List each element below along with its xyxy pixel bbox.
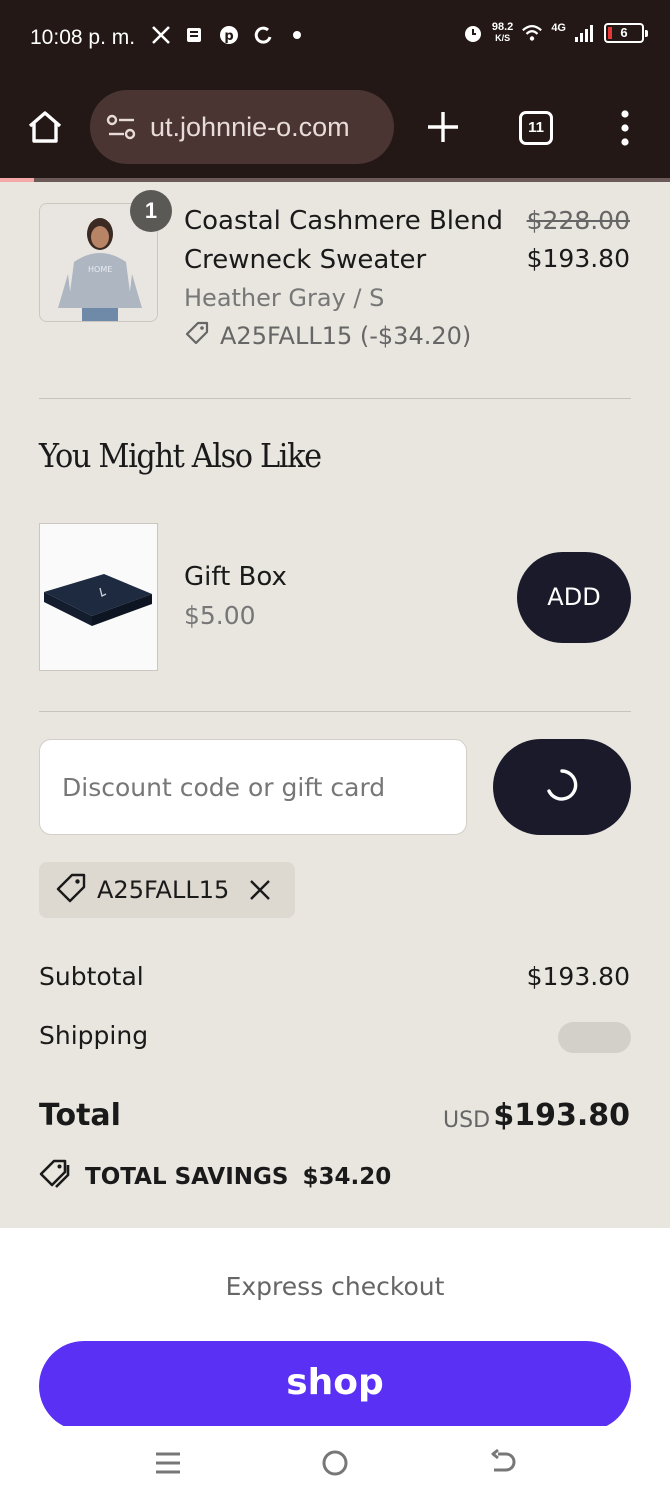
svg-text:p: p <box>224 29 233 44</box>
tag-icon <box>184 320 210 352</box>
total-savings: TOTAL SAVINGS $34.20 <box>39 1158 391 1196</box>
product-variant: Heather Gray / S <box>184 284 385 312</box>
net-speed: 98.2 K/S <box>492 22 513 44</box>
network-type: 4G <box>551 22 566 34</box>
total-label: Total <box>39 1098 121 1133</box>
gift-box-thumbnail[interactable] <box>39 523 158 671</box>
url-bar[interactable]: ut.johnnie-o.com <box>90 90 394 164</box>
status-time: 10:08 p. m. <box>30 26 136 49</box>
news-app-icon <box>184 24 206 46</box>
shipping-label: Shipping <box>39 1021 149 1050</box>
site-settings-icon[interactable] <box>106 113 138 141</box>
sync-icon <box>252 24 274 46</box>
divider <box>39 711 631 712</box>
x-twitter-icon <box>150 24 172 46</box>
shop-pay-button[interactable]: shop <box>39 1341 631 1431</box>
browser-toolbar: ut.johnnie-o.com 11 <box>0 80 670 180</box>
net-speed-unit: K/S <box>495 33 511 43</box>
add-gift-box-button[interactable]: ADD <box>517 552 631 643</box>
battery-indicator: 6 <box>604 23 648 43</box>
recent-apps-icon[interactable] <box>153 1448 183 1478</box>
remove-code-icon[interactable] <box>247 877 273 903</box>
product-discount: A25FALL15 (-$34.20) <box>184 320 471 352</box>
page-load-progress <box>0 178 670 182</box>
notification-icons: p <box>150 24 308 46</box>
wifi-icon <box>521 22 543 44</box>
upsell-product-name: Gift Box <box>184 562 287 592</box>
page-load-progress-fill <box>0 178 34 182</box>
product-discount-text: A25FALL15 (-$34.20) <box>220 322 472 350</box>
product-name: Coastal Cashmere Blend Crewneck Sweater <box>184 206 504 275</box>
total-currency: USD <box>443 1108 491 1133</box>
upsell-heading: You Might Also Like <box>39 436 322 475</box>
home-button-icon[interactable] <box>320 1448 350 1478</box>
total-value: $193.80 <box>493 1098 630 1133</box>
subtotal-label: Subtotal <box>39 962 144 991</box>
signal-icon <box>574 22 596 44</box>
savings-tag-icon <box>39 1158 71 1196</box>
upsell-product-price: $5.00 <box>184 601 256 630</box>
system-icons: 98.2 K/S 4G 6 <box>462 22 648 44</box>
loading-spinner-icon <box>542 765 582 809</box>
express-checkout-label: Express checkout <box>225 1272 445 1301</box>
quantity-badge: 1 <box>130 190 172 232</box>
new-tab-icon[interactable] <box>424 108 462 146</box>
applied-code-chip: A25FALL15 <box>39 862 295 918</box>
net-speed-value: 98.2 <box>491 21 514 33</box>
shipping-loading-placeholder <box>558 1022 631 1053</box>
url-text[interactable]: ut.johnnie-o.com <box>150 112 350 143</box>
applied-code-label: A25FALL15 <box>97 876 230 904</box>
subtotal-value: $193.80 <box>526 962 630 991</box>
sweater-print: HOME <box>88 265 112 274</box>
pinterest-icon: p <box>218 24 240 46</box>
savings-label: TOTAL SAVINGS <box>85 1164 289 1190</box>
discount-code-input[interactable] <box>39 739 467 835</box>
more-menu-icon[interactable] <box>614 108 636 148</box>
home-icon[interactable] <box>24 106 66 148</box>
tab-switcher-button[interactable]: 11 <box>519 111 553 145</box>
sale-price: $193.80 <box>526 244 630 273</box>
back-icon[interactable] <box>488 1448 518 1478</box>
divider <box>39 398 631 399</box>
apply-discount-button[interactable] <box>493 739 631 835</box>
tag-icon <box>55 872 87 908</box>
dot-icon <box>286 24 308 46</box>
savings-value: $34.20 <box>302 1164 392 1190</box>
original-price: $228.00 <box>526 206 630 235</box>
alarm-icon <box>462 22 484 44</box>
status-bar: 10:08 p. m. p 98.2 K/S 4G 6 <box>0 0 670 80</box>
